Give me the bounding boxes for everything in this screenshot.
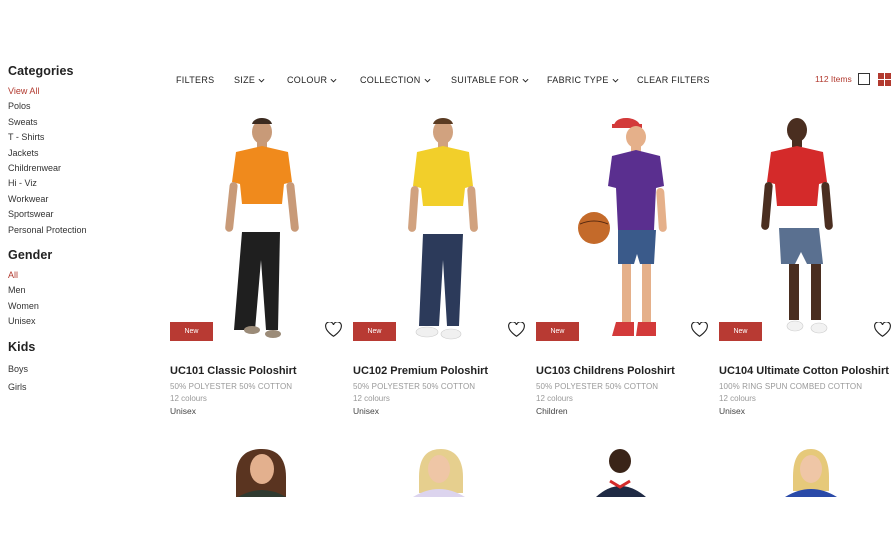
product-card-partial[interactable] — [170, 447, 338, 497]
model-portrait-illustration — [785, 449, 837, 497]
product-image[interactable] — [353, 112, 521, 344]
size-dropdown[interactable]: SIZE — [234, 75, 287, 85]
product-card[interactable]: New UC103 Childrens Poloshirt 50% POLYES… — [536, 112, 708, 422]
product-card[interactable]: New UC104 Ultimate Cotton Poloshirt 100%… — [719, 112, 891, 422]
new-badge: New — [353, 322, 396, 341]
product-image[interactable] — [719, 112, 887, 344]
model-orange-polo-illustration — [225, 118, 299, 338]
gender-men[interactable]: Men — [8, 283, 138, 298]
categories-heading: Categories — [8, 64, 74, 78]
categories-list: View All Polos Sweats T - Shirts Jackets… — [8, 84, 138, 238]
chevron-down-icon — [330, 78, 337, 82]
gender-women[interactable]: Women — [8, 299, 138, 314]
category-sweats[interactable]: Sweats — [8, 115, 138, 130]
chevron-down-icon — [424, 78, 430, 82]
new-badge: New — [536, 322, 579, 341]
gender-all[interactable]: All — [8, 268, 138, 283]
product-fabric: 50% POLYESTER 50% COTTON — [170, 382, 293, 391]
colour-dropdown[interactable]: COLOUR — [287, 75, 360, 85]
model-red-polo-illustration — [761, 118, 833, 334]
heart-icon[interactable] — [691, 322, 708, 337]
heart-icon[interactable] — [874, 322, 891, 337]
product-image[interactable] — [170, 112, 338, 344]
model-portrait-illustration — [236, 449, 286, 497]
model-purple-polo-illustration — [578, 118, 667, 336]
collection-label: COLLECTION — [360, 75, 421, 85]
chevron-down-icon — [522, 78, 529, 82]
gender-section: Gender All Men Women Unisex — [8, 248, 138, 330]
new-badge: New — [170, 322, 213, 341]
single-view-toggle[interactable] — [858, 73, 870, 85]
collection-dropdown[interactable]: COLLECTION — [360, 75, 451, 85]
suitable-for-dropdown[interactable]: SUITABLE FOR — [451, 75, 547, 85]
categories-section: Categories View All Polos Sweats T - Shi… — [8, 64, 138, 238]
product-gender: Children — [536, 406, 568, 416]
product-card-partial[interactable] — [536, 447, 704, 497]
kids-section: Kids Boys Girls — [8, 340, 138, 396]
product-title[interactable]: UC101 Classic Poloshirt — [170, 365, 297, 377]
product-gender: Unisex — [170, 406, 196, 416]
gender-list: All Men Women Unisex — [8, 268, 138, 330]
product-title[interactable]: UC104 Ultimate Cotton Poloshirt — [719, 365, 889, 377]
clear-filters-label: CLEAR FILTERS — [637, 75, 710, 85]
category-workwear[interactable]: Workwear — [8, 192, 138, 207]
category-hi-viz[interactable]: Hi - Viz — [8, 176, 138, 191]
category-childrenwear[interactable]: Childrenwear — [8, 161, 138, 176]
kids-heading: Kids — [8, 339, 36, 354]
category-polos[interactable]: Polos — [8, 99, 138, 114]
chevron-down-icon — [612, 78, 619, 82]
product-card[interactable]: New UC102 Premium Poloshirt 50% POLYESTE… — [353, 112, 525, 422]
product-fabric: 50% POLYESTER 50% COTTON — [536, 382, 659, 391]
category-sportswear[interactable]: Sportswear — [8, 207, 138, 222]
filter-toolbar: FILTERS SIZE COLOUR COLLECTION SUITABLE … — [176, 73, 710, 87]
product-colours: 12 colours — [353, 394, 390, 403]
filters-button[interactable]: FILTERS — [176, 75, 234, 85]
product-fabric: 50% POLYESTER 50% COTTON — [353, 382, 476, 391]
grid-view-toggle[interactable] — [878, 73, 891, 86]
product-title[interactable]: UC102 Premium Poloshirt — [353, 365, 488, 377]
product-card-partial[interactable] — [719, 447, 887, 497]
gender-unisex[interactable]: Unisex — [8, 314, 138, 329]
colour-label: COLOUR — [287, 75, 328, 85]
fabric-type-dropdown[interactable]: FABRIC TYPE — [547, 75, 637, 85]
filters-label: FILTERS — [176, 75, 215, 85]
gender-heading: Gender — [8, 248, 53, 263]
category-personal-protection[interactable]: Personal Protection — [8, 223, 138, 238]
product-image[interactable] — [536, 112, 704, 344]
product-card-partial[interactable] — [353, 447, 521, 497]
product-colours: 12 colours — [170, 394, 207, 403]
model-portrait-illustration — [596, 449, 646, 497]
suitable-for-label: SUITABLE FOR — [451, 75, 519, 85]
sidebar: Categories View All Polos Sweats T - Shi… — [8, 64, 138, 406]
heart-icon[interactable] — [508, 322, 525, 337]
kids-list: Boys Girls — [8, 360, 138, 396]
category-view-all[interactable]: View All — [8, 84, 138, 99]
new-badge: New — [719, 322, 762, 341]
size-label: SIZE — [234, 75, 256, 85]
product-title[interactable]: UC103 Childrens Poloshirt — [536, 365, 675, 377]
product-card[interactable]: New UC101 Classic Poloshirt 50% POLYESTE… — [170, 112, 342, 422]
fabric-type-label: FABRIC TYPE — [547, 75, 609, 85]
kids-girls[interactable]: Girls — [8, 378, 138, 396]
model-portrait-illustration — [413, 449, 465, 497]
kids-boys[interactable]: Boys — [8, 360, 138, 378]
model-yellow-polo-illustration — [408, 118, 478, 340]
product-colours: 12 colours — [536, 394, 573, 403]
product-gender: Unisex — [719, 406, 745, 416]
heart-icon[interactable] — [325, 322, 342, 337]
product-gender: Unisex — [353, 406, 379, 416]
product-fabric: 100% RING SPUN COMBED COTTON — [719, 382, 863, 391]
item-count: 112 Items — [815, 74, 852, 84]
category-t-shirts[interactable]: T - Shirts — [8, 130, 138, 145]
product-colours: 12 colours — [719, 394, 756, 403]
clear-filters-button[interactable]: CLEAR FILTERS — [637, 75, 710, 85]
category-jackets[interactable]: Jackets — [8, 146, 138, 161]
chevron-down-icon — [258, 78, 265, 82]
